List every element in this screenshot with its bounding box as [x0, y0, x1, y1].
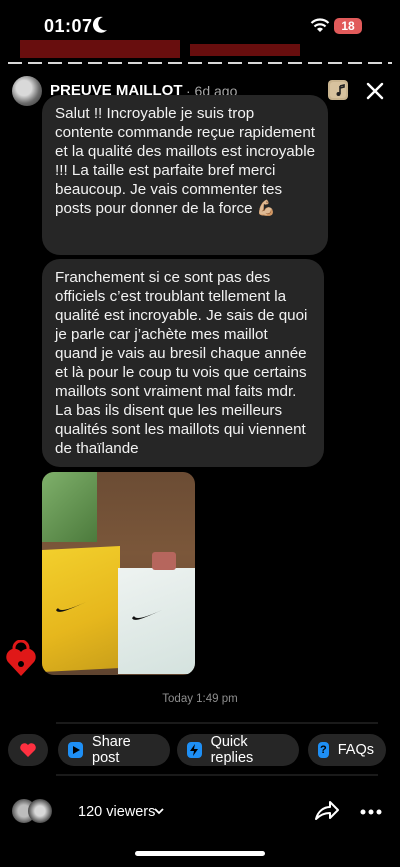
background-stripe: [190, 44, 300, 56]
share-post-button[interactable]: Share post: [58, 734, 170, 766]
message-bubble: Franchement si ce sont pas des officiels…: [42, 259, 324, 467]
send-icon[interactable]: [314, 799, 340, 823]
message-timestamp: Today 1:49 pm: [162, 693, 238, 705]
music-icon[interactable]: [328, 80, 348, 100]
quick-replies-button[interactable]: Quick replies: [177, 734, 299, 766]
avatar[interactable]: [12, 76, 42, 106]
like-button[interactable]: [8, 734, 48, 766]
share-icon: [68, 742, 84, 758]
quick-replies-label: Quick replies: [210, 734, 254, 766]
viewers-count[interactable]: 120 viewers: [78, 804, 155, 820]
more-options-icon[interactable]: [360, 809, 382, 815]
message-bubble: Salut !! Incroyable je suis trop content…: [42, 95, 328, 255]
background-stripe: [20, 40, 180, 58]
nike-swoosh-icon: [56, 602, 86, 612]
share-post-label: Share post: [92, 734, 131, 766]
question-icon: ?: [318, 742, 329, 758]
home-indicator: [135, 851, 265, 856]
action-bar: Share post Quick replies ? FAQs: [0, 734, 400, 768]
heart-icon: [20, 743, 36, 757]
photo-window-area: [42, 472, 97, 542]
wifi-icon: [310, 18, 330, 32]
divider: [56, 774, 378, 776]
moon-icon: [92, 16, 107, 33]
nike-swoosh-icon: [132, 610, 162, 620]
faqs-button[interactable]: ? FAQs: [308, 734, 386, 766]
heart-lock-sticker-icon: [6, 640, 36, 676]
close-icon[interactable]: [364, 80, 386, 102]
story-footer: 120 viewers: [0, 795, 400, 829]
viewer-avatar: [28, 799, 52, 823]
jersey-photo[interactable]: [42, 472, 195, 675]
jersey-tag: [152, 552, 176, 570]
battery-indicator: 18: [334, 18, 362, 34]
story-progress-bar: [8, 62, 392, 64]
chevron-down-icon[interactable]: [154, 807, 164, 815]
status-time: 01:07: [44, 16, 93, 36]
faqs-label: FAQs: [337, 742, 374, 758]
lightning-icon: [187, 742, 202, 758]
divider: [56, 722, 378, 724]
